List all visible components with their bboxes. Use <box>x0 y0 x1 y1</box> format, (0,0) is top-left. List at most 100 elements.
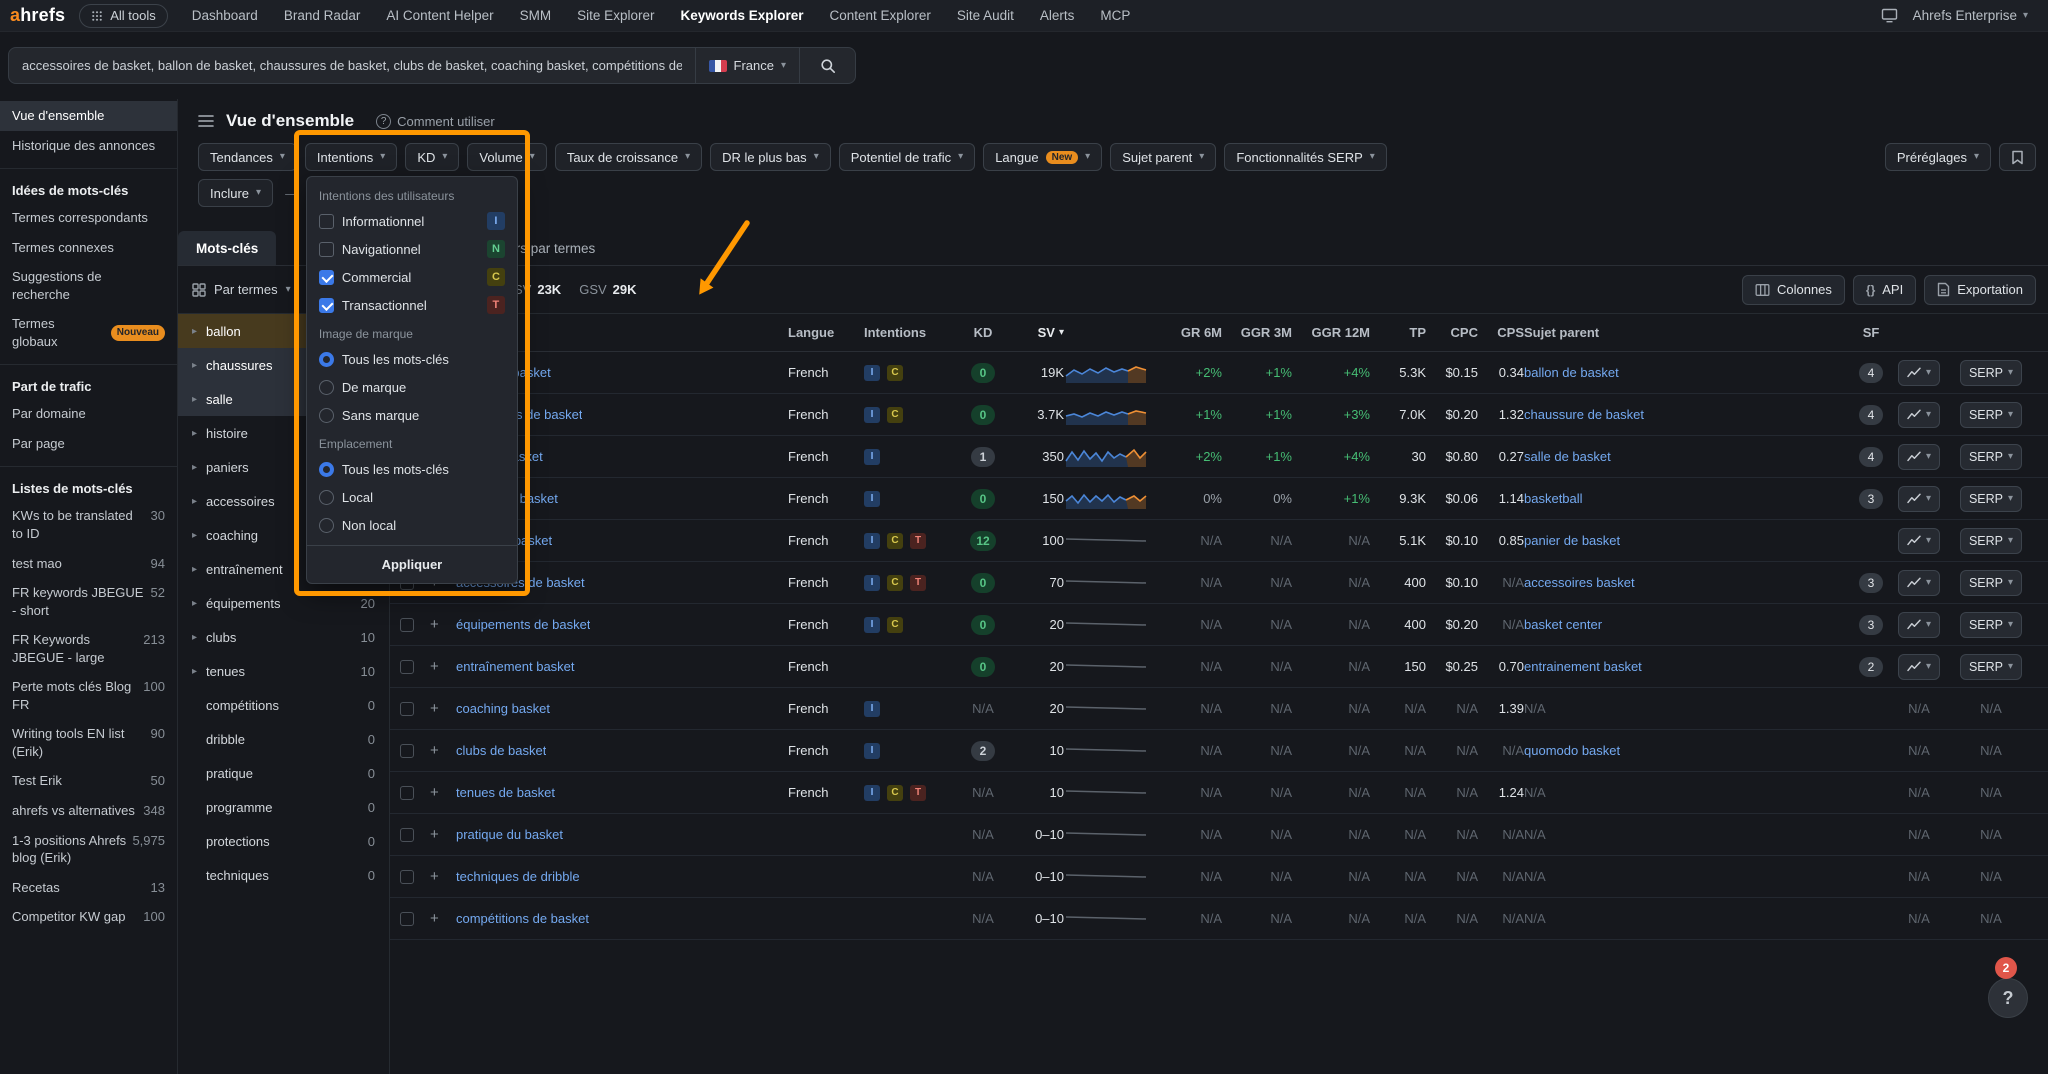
add-keyword-button[interactable]: + <box>430 616 439 633</box>
sidebar-item-par-page[interactable]: Par page <box>0 429 177 459</box>
nav-item-mcp[interactable]: MCP <box>1100 8 1130 23</box>
serp-button[interactable]: SERP▾ <box>1960 654 2022 680</box>
parent-topic-link[interactable]: panier de basket <box>1524 533 1620 548</box>
parent-topic-link[interactable]: salle de basket <box>1524 449 1611 464</box>
api-button[interactable]: {}API <box>1853 275 1916 305</box>
filter-langue[interactable]: LangueNew▾ <box>983 143 1102 171</box>
keyword-link[interactable]: tenues de basket <box>456 785 555 800</box>
cluster-item-comp-titions[interactable]: compétitions0 <box>178 688 389 722</box>
tab-mots-cl-s[interactable]: Mots-clés <box>178 231 276 265</box>
add-keyword-button[interactable]: + <box>430 742 439 759</box>
filter-fonctionnalit-s-serp[interactable]: Fonctionnalités SERP▾ <box>1224 143 1386 171</box>
keyword-link[interactable]: techniques de dribble <box>456 869 580 884</box>
position-history-button[interactable]: ▾ <box>1898 444 1940 470</box>
keyword-link[interactable]: compétitions de basket <box>456 911 589 926</box>
row-checkbox[interactable] <box>400 660 414 674</box>
nav-item-dashboard[interactable]: Dashboard <box>192 8 258 23</box>
radio-button[interactable] <box>319 352 334 367</box>
brand-option-tous-les-mots-cl-s[interactable]: Tous les mots-clés <box>307 345 517 373</box>
serp-button[interactable]: SERP▾ <box>1960 402 2022 428</box>
filter-tendances[interactable]: Tendances▾ <box>198 143 297 171</box>
col-parent[interactable]: Sujet parent <box>1524 325 1852 340</box>
col-ggr12m[interactable]: GGR 12M <box>1292 325 1370 340</box>
nav-item-smm[interactable]: SMM <box>520 8 552 23</box>
col-ggr3m[interactable]: GGR 3M <box>1222 325 1292 340</box>
nav-item-alerts[interactable]: Alerts <box>1040 8 1075 23</box>
search-input[interactable] <box>9 48 695 83</box>
radio-button[interactable] <box>319 518 334 533</box>
intent-option-commercial[interactable]: CommercialC <box>307 263 517 291</box>
cluster-item-clubs[interactable]: ▸clubs10 <box>178 620 389 654</box>
brand-option-sans-marque[interactable]: Sans marque <box>307 401 517 429</box>
notification-badge[interactable]: 2 <box>1995 957 2017 979</box>
nav-item-ai-content-helper[interactable]: AI Content Helper <box>386 8 493 23</box>
display-icon[interactable] <box>1881 8 1898 23</box>
search-button[interactable] <box>799 48 855 83</box>
sidebar-item-suggestions-de-recherche[interactable]: Suggestions de recherche <box>0 262 177 309</box>
add-keyword-button[interactable]: + <box>430 658 439 675</box>
radio-button[interactable] <box>319 380 334 395</box>
col-tp[interactable]: TP <box>1370 325 1426 340</box>
sidebar-item-1-3-positions-ahrefs-blog-erik[interactable]: 1-3 positions Ahrefs blog (Erik)5,975 <box>0 826 177 873</box>
row-checkbox[interactable] <box>400 870 414 884</box>
how-to-use-link[interactable]: ? Comment utiliser <box>376 114 495 129</box>
cluster-item-pratique[interactable]: pratique0 <box>178 756 389 790</box>
filter-intentions[interactable]: Intentions▾Intentions des utilisateursIn… <box>305 143 397 171</box>
checkbox[interactable] <box>319 270 334 285</box>
intent-option-informationnel[interactable]: InformationnelI <box>307 207 517 235</box>
sidebar-item-perte-mots-cl-s-blog-fr[interactable]: Perte mots clés Blog FR100 <box>0 672 177 719</box>
row-checkbox[interactable] <box>400 786 414 800</box>
presets-button[interactable]: Préréglages▾ <box>1885 143 1991 171</box>
parent-topic-link[interactable]: entrainement basket <box>1524 659 1642 674</box>
all-tools-button[interactable]: All tools <box>79 4 168 28</box>
cluster-item-quipements[interactable]: ▸équipements20 <box>178 586 389 620</box>
col-kd[interactable]: KD <box>960 325 1006 340</box>
add-keyword-button[interactable]: + <box>430 826 439 843</box>
filter-dr-le-plus-bas[interactable]: DR le plus bas▾ <box>710 143 831 171</box>
position-history-button[interactable]: ▾ <box>1898 654 1940 680</box>
sidebar-item-termes-connexes[interactable]: Termes connexes <box>0 233 177 263</box>
location-option-tous-les-mots-cl-s[interactable]: Tous les mots-clés <box>307 455 517 483</box>
position-history-button[interactable]: ▾ <box>1898 402 1940 428</box>
radio-button[interactable] <box>319 490 334 505</box>
filter-inclure[interactable]: Inclure▾ <box>198 179 273 207</box>
position-history-button[interactable]: ▾ <box>1898 612 1940 638</box>
cluster-item-techniques[interactable]: techniques0 <box>178 858 389 892</box>
row-checkbox[interactable] <box>400 912 414 926</box>
filter-sujet-parent[interactable]: Sujet parent▾ <box>1110 143 1216 171</box>
keyword-link[interactable]: pratique du basket <box>456 827 563 842</box>
cluster-item-programme[interactable]: programme0 <box>178 790 389 824</box>
sidebar-item-fr-keywords-jbegue-large[interactable]: FR Keywords JBEGUE - large213 <box>0 625 177 672</box>
cluster-item-protections[interactable]: protections0 <box>178 824 389 858</box>
row-checkbox[interactable] <box>400 702 414 716</box>
reports-menu-icon[interactable] <box>198 114 214 128</box>
sidebar-item-kws-to-be-translated-to-id[interactable]: KWs to be translated to ID30 <box>0 501 177 548</box>
add-keyword-button[interactable]: + <box>430 784 439 801</box>
add-keyword-button[interactable]: + <box>430 868 439 885</box>
checkbox[interactable] <box>319 242 334 257</box>
add-keyword-button[interactable]: + <box>430 700 439 717</box>
radio-button[interactable] <box>319 408 334 423</box>
col-intentions[interactable]: Intentions <box>864 325 960 340</box>
sidebar-item-vue-d-ensemble[interactable]: Vue d'ensemble <box>0 101 177 131</box>
keyword-link[interactable]: entraînement basket <box>456 659 575 674</box>
cluster-item-tenues[interactable]: ▸tenues10 <box>178 654 389 688</box>
filter-potentiel-de-trafic[interactable]: Potentiel de trafic▾ <box>839 143 975 171</box>
sidebar-item-competitor-kw-gap[interactable]: Competitor KW gap100 <box>0 902 177 932</box>
keyword-link[interactable]: coaching basket <box>456 701 550 716</box>
serp-button[interactable]: SERP▾ <box>1960 486 2022 512</box>
filter-volume[interactable]: Volume▾ <box>467 143 546 171</box>
sidebar-item-termes-globaux[interactable]: Termes globauxNouveau <box>0 309 177 356</box>
parent-topic-link[interactable]: quomodo basket <box>1524 743 1620 758</box>
sidebar-item-recetas[interactable]: Recetas13 <box>0 873 177 903</box>
ahrefs-logo[interactable]: ahrefs <box>10 5 65 26</box>
sidebar-item-fr-keywords-jbegue-short[interactable]: FR keywords JBEGUE - short52 <box>0 578 177 625</box>
exportation-button[interactable]: Exportation <box>1924 275 2036 305</box>
country-selector[interactable]: France ▾ <box>695 48 800 83</box>
sidebar-item-par-domaine[interactable]: Par domaine <box>0 399 177 429</box>
nav-item-site-explorer[interactable]: Site Explorer <box>577 8 654 23</box>
row-checkbox[interactable] <box>400 744 414 758</box>
parent-topic-link[interactable]: accessoires basket <box>1524 575 1635 590</box>
sidebar-item-historique-des-annonces[interactable]: Historique des annonces <box>0 131 177 161</box>
position-history-button[interactable]: ▾ <box>1898 486 1940 512</box>
